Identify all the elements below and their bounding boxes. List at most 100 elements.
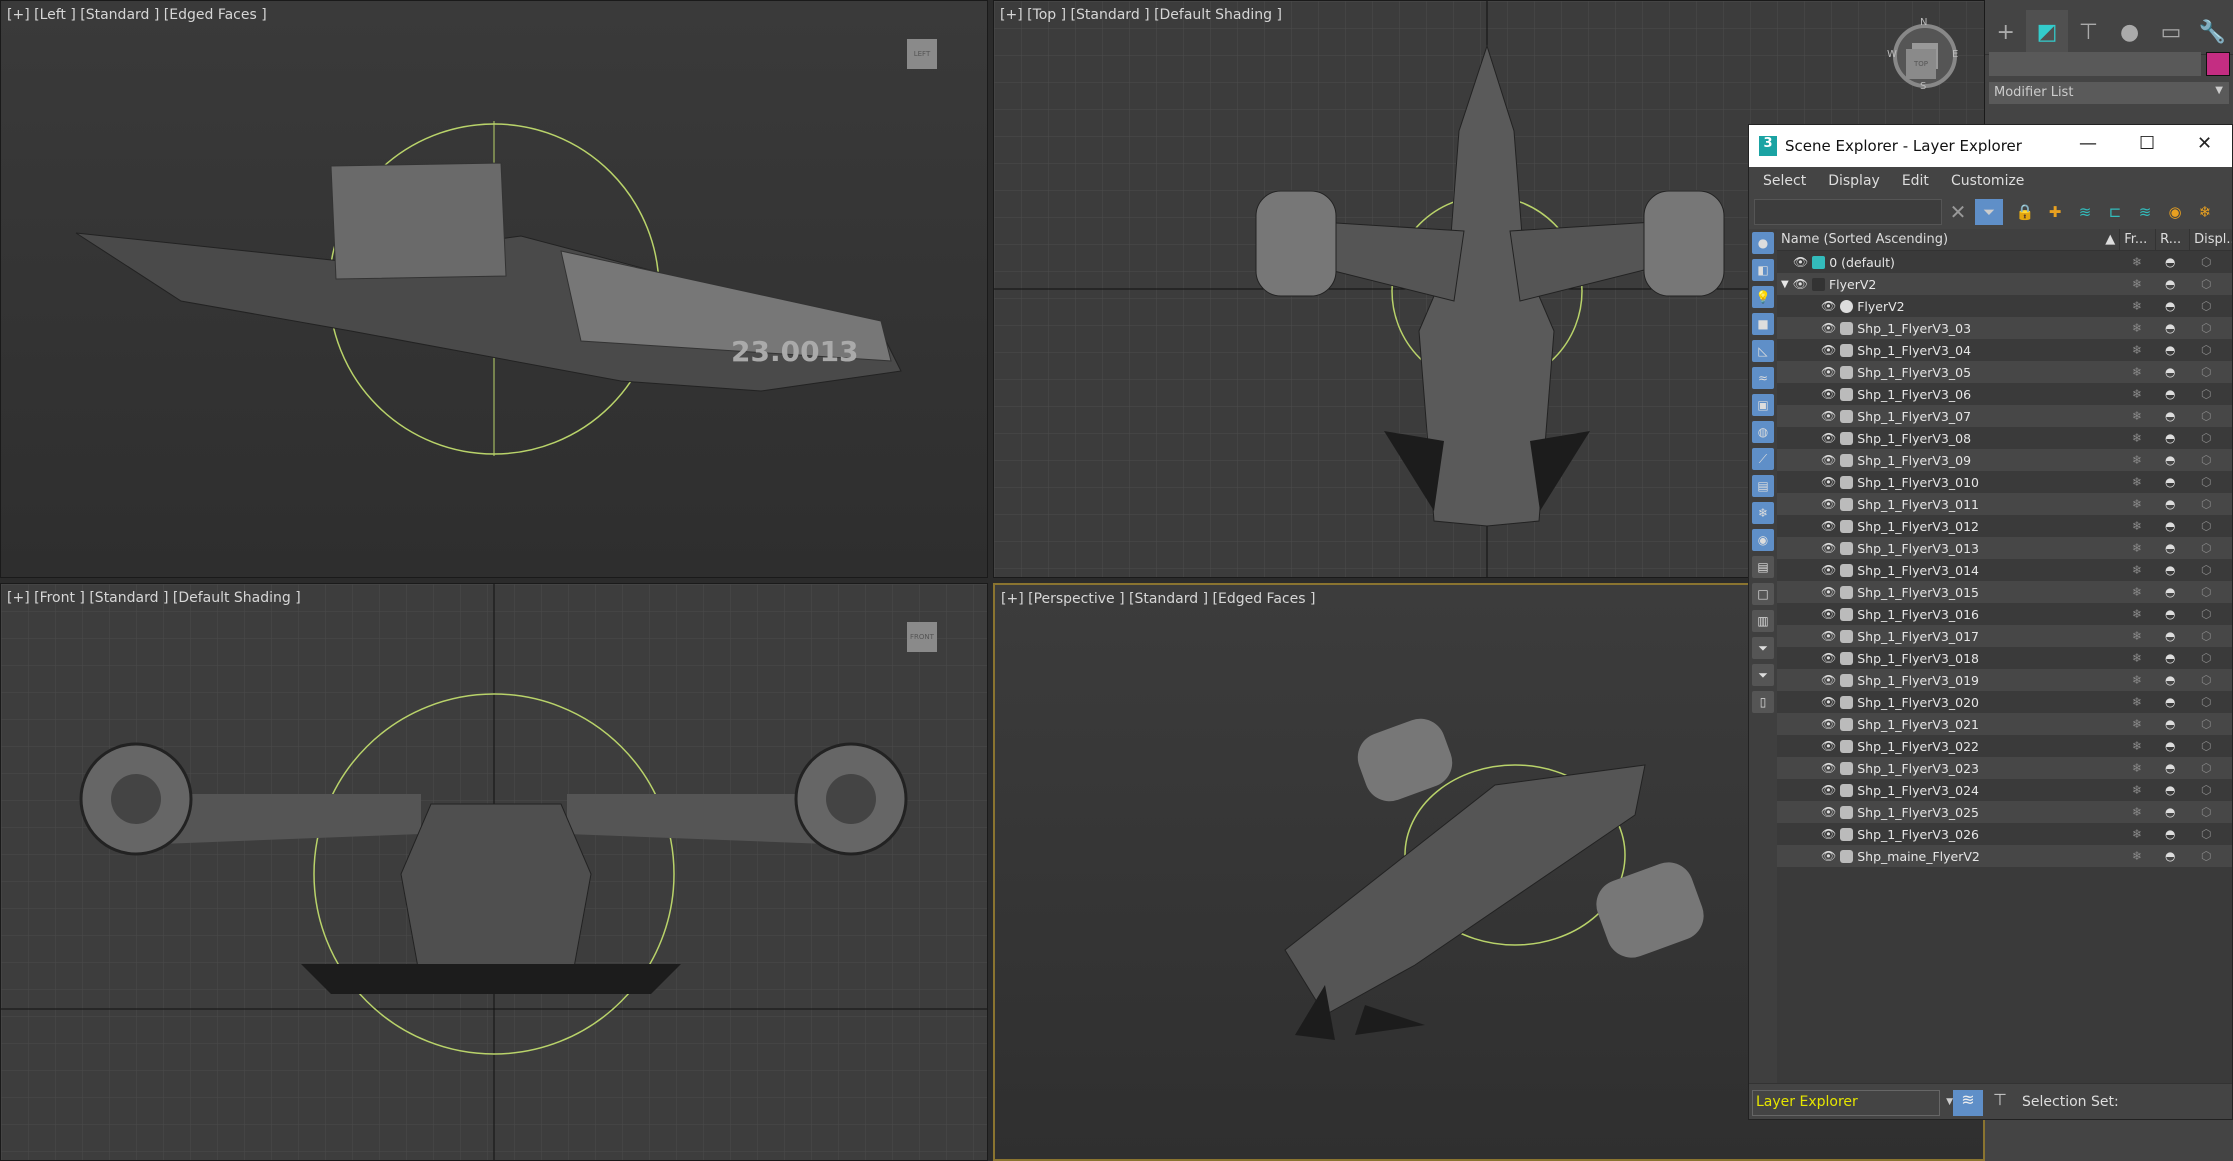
freeze-icon[interactable]: ❄: [2132, 783, 2142, 797]
eye-icon[interactable]: 👁: [1821, 453, 1836, 467]
eye-icon[interactable]: 👁: [1821, 673, 1836, 687]
teapot-render-icon[interactable]: ◓: [2165, 783, 2175, 797]
list-item[interactable]: 👁 Shp_1_FlyerV3_013 ❄ ◓ ⬡: [1777, 537, 2232, 559]
display-box-icon[interactable]: ⬡: [2201, 409, 2211, 423]
list-item[interactable]: 👁 Shp_maine_FlyerV2 ❄ ◓ ⬡: [1777, 845, 2232, 867]
filter-icon[interactable]: ⏷: [1975, 199, 2003, 225]
display-box-icon[interactable]: ⬡: [2201, 519, 2211, 533]
freeze-icon[interactable]: ❄: [2132, 651, 2142, 665]
filter-funnel-icon[interactable]: ⏷: [1752, 637, 1774, 659]
list-item[interactable]: 👁 Shp_1_FlyerV3_012 ❄ ◓ ⬡: [1777, 515, 2232, 537]
column-name[interactable]: Name (Sorted Ascending) ▲: [1777, 229, 2121, 250]
display-box-icon[interactable]: ⬡: [2201, 343, 2211, 357]
teapot-render-icon[interactable]: ◓: [2165, 739, 2175, 753]
freeze-icon[interactable]: ❄: [2132, 255, 2142, 269]
teapot-render-icon[interactable]: ◓: [2165, 563, 2175, 577]
display-box-icon[interactable]: ⬡: [2201, 607, 2211, 621]
eye-icon[interactable]: 👁: [1821, 409, 1836, 423]
frozen-filter-icon[interactable]: ❄: [1752, 502, 1774, 524]
list-item[interactable]: 👁 Shp_1_FlyerV3_017 ❄ ◓ ⬡: [1777, 625, 2232, 647]
eye-icon[interactable]: 👁: [1821, 299, 1836, 313]
list-item[interactable]: 👁 Shp_1_FlyerV3_020 ❄ ◓ ⬡: [1777, 691, 2232, 713]
teapot-render-icon[interactable]: ◓: [2165, 607, 2175, 621]
display-none-icon[interactable]: □: [1752, 583, 1774, 605]
search-input[interactable]: [1754, 199, 1942, 225]
display-box-icon[interactable]: ⬡: [2201, 673, 2211, 687]
eye-icon[interactable]: 👁: [1821, 519, 1836, 533]
freeze-icon[interactable]: ❄: [2132, 739, 2142, 753]
viewport-top-label[interactable]: [+] [Top ] [Standard ] [Default Shading …: [1000, 7, 1282, 23]
viewport-perspective-label[interactable]: [+] [Perspective ] [Standard ] [Edged Fa…: [1001, 591, 1315, 607]
freeze-icon[interactable]: ❄: [2132, 673, 2142, 687]
menu-display[interactable]: Display: [1828, 173, 1880, 191]
freeze-icon[interactable]: ❄: [2132, 585, 2142, 599]
eye-icon[interactable]: 👁: [1821, 365, 1836, 379]
list-item[interactable]: 👁 Shp_1_FlyerV3_018 ❄ ◓ ⬡: [1777, 647, 2232, 669]
lock-icon[interactable]: 🔒: [2011, 199, 2039, 225]
column-render[interactable]: R...: [2156, 229, 2191, 250]
freeze-icon[interactable]: ❄: [2132, 519, 2142, 533]
freeze-icon[interactable]: ❄: [2132, 849, 2142, 863]
add-to-layer-icon[interactable]: ≋: [2071, 199, 2099, 225]
display-box-icon[interactable]: ⬡: [2201, 453, 2211, 467]
eye-icon[interactable]: 👁: [1821, 387, 1836, 401]
viewport-front-label[interactable]: [+] [Front ] [Standard ] [Default Shadin…: [7, 590, 301, 606]
eye-icon[interactable]: 👁: [1793, 255, 1808, 269]
list-item[interactable]: ▼ 👁 FlyerV2 ❄ ◓ ⬡: [1777, 273, 2232, 295]
display-box-icon[interactable]: ⬡: [2201, 761, 2211, 775]
freeze-icon[interactable]: ❄: [2132, 717, 2142, 731]
list-item[interactable]: 👁 Shp_1_FlyerV3_011 ❄ ◓ ⬡: [1777, 493, 2232, 515]
display-box-icon[interactable]: ⬡: [2201, 431, 2211, 445]
bones-filter-icon[interactable]: ⟋: [1752, 448, 1774, 470]
hidden-filter-icon[interactable]: ◉: [1752, 529, 1774, 551]
freeze-icon[interactable]: ❄: [2132, 277, 2142, 291]
viewcube[interactable]: TOP: [1906, 49, 1936, 79]
hierarchy-layer-icon[interactable]: ⊏: [2101, 199, 2129, 225]
eye-icon[interactable]: 👁: [1821, 629, 1836, 643]
create-tab[interactable]: +: [1985, 10, 2026, 54]
layer-explorer-toggle-icon[interactable]: ≋: [1953, 1090, 1983, 1116]
freeze-icon[interactable]: ❄: [2132, 453, 2142, 467]
teapot-render-icon[interactable]: ◓: [2165, 497, 2175, 511]
eye-icon[interactable]: 👁: [1821, 343, 1836, 357]
xrefs-filter-icon[interactable]: ◍: [1752, 421, 1774, 443]
cameras-filter-icon[interactable]: ■: [1752, 313, 1774, 335]
eye-icon[interactable]: 👁: [1821, 585, 1836, 599]
freeze-icon[interactable]: ❄: [2132, 607, 2142, 621]
eye-icon[interactable]: 👁: [1793, 277, 1808, 291]
freeze-icon[interactable]: ❄: [2132, 761, 2142, 775]
freeze-icon[interactable]: ❄: [2132, 475, 2142, 489]
display-box-icon[interactable]: ⬡: [2201, 827, 2211, 841]
eye-icon[interactable]: 👁: [1821, 431, 1836, 445]
teapot-render-icon[interactable]: ◓: [2165, 519, 2175, 533]
eye-icon[interactable]: 👁: [1821, 761, 1836, 775]
list-item[interactable]: 👁 Shp_1_FlyerV3_014 ❄ ◓ ⬡: [1777, 559, 2232, 581]
teapot-render-icon[interactable]: ◓: [2165, 827, 2175, 841]
lights-filter-icon[interactable]: 💡: [1752, 286, 1774, 308]
freeze-icon[interactable]: ❄: [2132, 321, 2142, 335]
freeze-layer-icon[interactable]: ❄: [2191, 199, 2219, 225]
display-tab[interactable]: ▭: [2150, 10, 2191, 54]
freeze-icon[interactable]: ❄: [2132, 299, 2142, 313]
freeze-icon[interactable]: ❄: [2132, 409, 2142, 423]
display-box-icon[interactable]: ⬡: [2201, 695, 2211, 709]
teapot-render-icon[interactable]: ◓: [2165, 431, 2175, 445]
spacewarps-filter-icon[interactable]: ≈: [1752, 367, 1774, 389]
list-item[interactable]: 👁 Shp_1_FlyerV3_08 ❄ ◓ ⬡: [1777, 427, 2232, 449]
eye-icon[interactable]: 👁: [1821, 849, 1836, 863]
display-all-icon[interactable]: ▤: [1752, 556, 1774, 578]
teapot-render-icon[interactable]: ◓: [2165, 849, 2175, 863]
viewcube[interactable]: LEFT: [907, 39, 937, 69]
list-item[interactable]: 👁 Shp_1_FlyerV3_023 ❄ ◓ ⬡: [1777, 757, 2232, 779]
list-item[interactable]: 👁 Shp_1_FlyerV3_019 ❄ ◓ ⬡: [1777, 669, 2232, 691]
teapot-render-icon[interactable]: ◓: [2165, 387, 2175, 401]
teapot-render-icon[interactable]: ◓: [2165, 585, 2175, 599]
modifier-list-dropdown[interactable]: Modifier List ▼: [1989, 82, 2229, 104]
list-item[interactable]: 👁 Shp_1_FlyerV3_04 ❄ ◓ ⬡: [1777, 339, 2232, 361]
eye-icon[interactable]: 👁: [1821, 717, 1836, 731]
hide-layer-icon[interactable]: ◉: [2161, 199, 2189, 225]
freeze-icon[interactable]: ❄: [2132, 431, 2142, 445]
teapot-render-icon[interactable]: ◓: [2165, 475, 2175, 489]
teapot-render-icon[interactable]: ◓: [2165, 453, 2175, 467]
list-item[interactable]: 👁 Shp_1_FlyerV3_03 ❄ ◓ ⬡: [1777, 317, 2232, 339]
